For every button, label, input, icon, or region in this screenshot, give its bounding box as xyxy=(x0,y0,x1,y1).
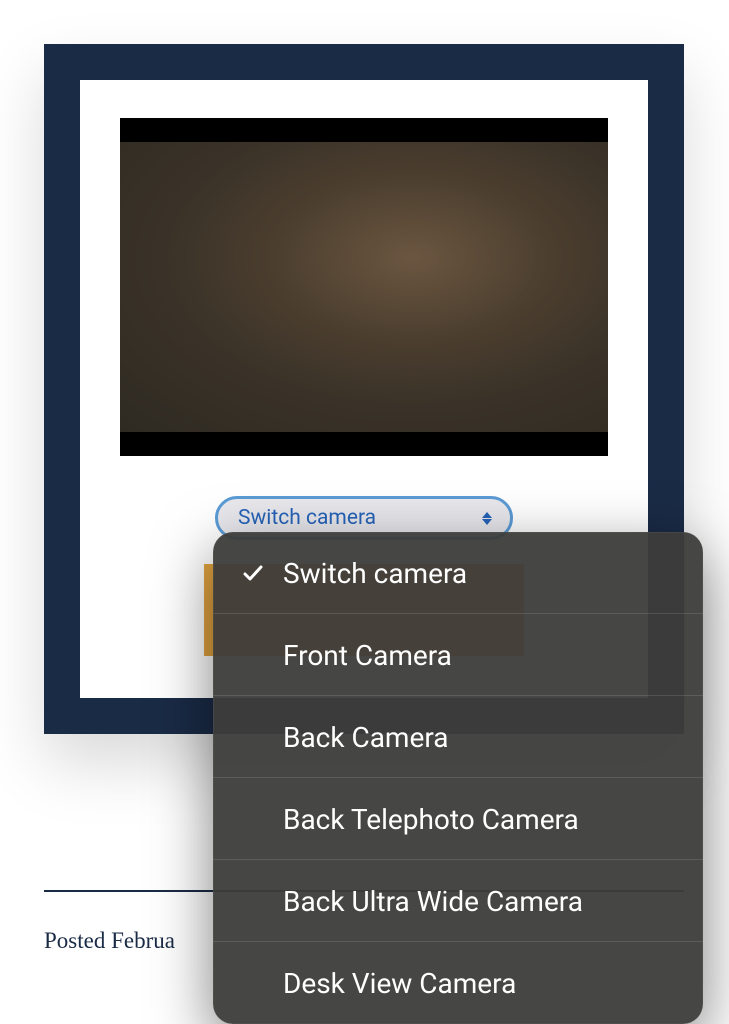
camera-picker-item[interactable]: Switch camera xyxy=(213,532,703,614)
chevron-up-down-icon xyxy=(480,509,494,527)
camera-select-label: Switch camera xyxy=(238,506,376,530)
checkmark-icon xyxy=(239,559,267,587)
posted-date-line: Posted Februa xyxy=(44,928,175,954)
camera-picker-item[interactable]: Back Telephoto Camera xyxy=(213,778,703,860)
camera-picker-item-label: Back Telephoto Camera xyxy=(283,803,579,836)
camera-picker-item[interactable]: Back Camera xyxy=(213,696,703,778)
camera-picker-item-label: Back Camera xyxy=(283,721,449,754)
camera-picker-item[interactable]: Back Ultra Wide Camera xyxy=(213,860,703,942)
camera-picker-item[interactable]: Desk View Camera xyxy=(213,942,703,1024)
camera-picker-item-label: Front Camera xyxy=(283,639,452,672)
camera-picker-item-label: Switch camera xyxy=(283,557,467,590)
camera-picker-menu[interactable]: Switch camera Front Camera Back Camera Back… xyxy=(213,532,703,1024)
posted-date-text: Posted Februa xyxy=(44,928,175,953)
camera-picker-item[interactable]: Front Camera xyxy=(213,614,703,696)
camera-picker-item-label: Back Ultra Wide Camera xyxy=(283,885,583,918)
camera-picker-item-label: Desk View Camera xyxy=(283,967,516,1000)
camera-video-preview xyxy=(120,118,608,456)
camera-video-image xyxy=(120,142,608,432)
